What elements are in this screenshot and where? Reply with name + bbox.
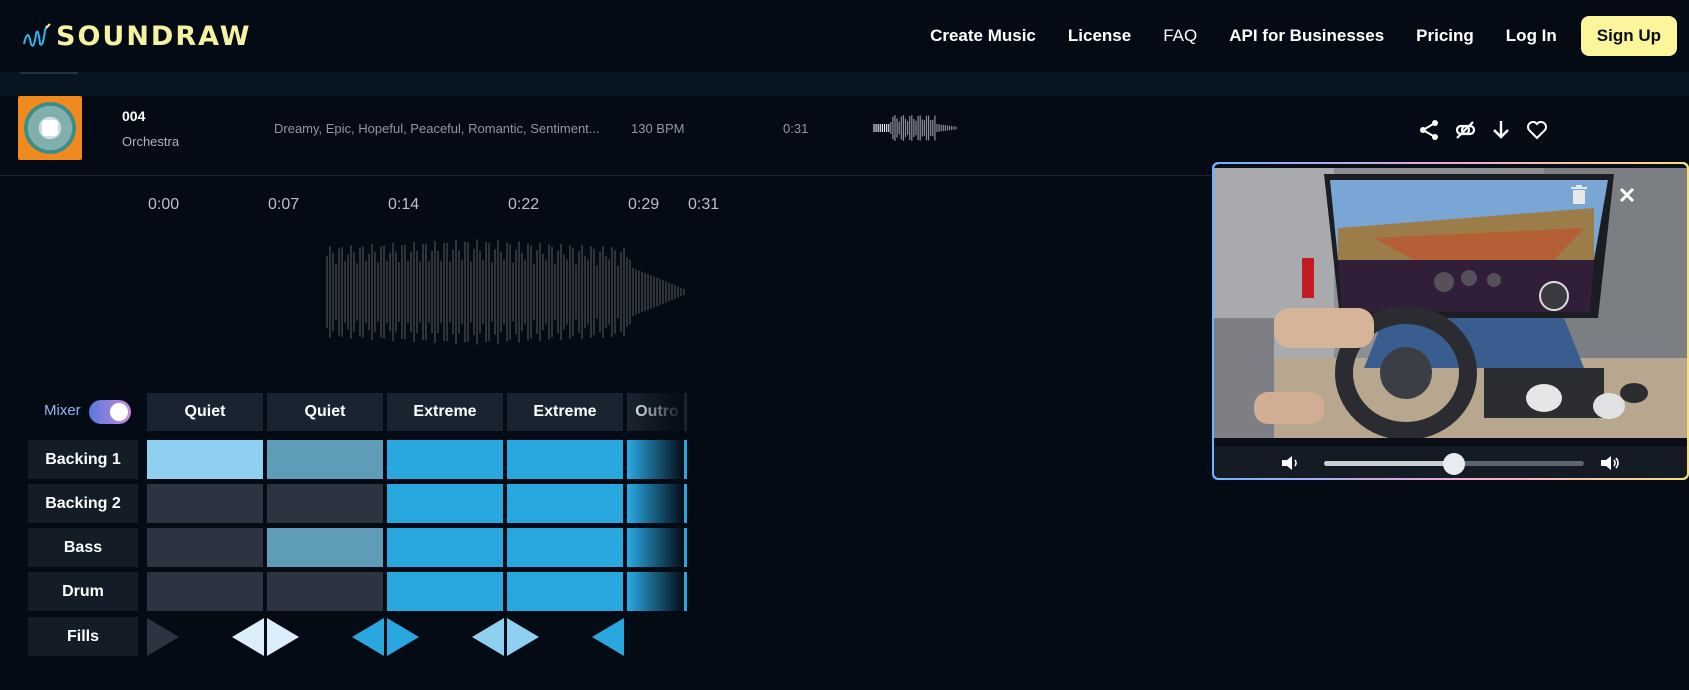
fill-marker-icon[interactable] — [352, 618, 384, 656]
mixer-cell[interactable] — [387, 528, 503, 567]
nav-faq[interactable]: FAQ — [1163, 26, 1197, 46]
mixer-cell[interactable] — [147, 440, 263, 479]
section-header[interactable]: Extreme — [507, 393, 623, 431]
mixer-row-label: Backing 1 — [28, 440, 138, 479]
top-navigation: SOUNDRAW Create Music License FAQ API fo… — [0, 0, 1689, 72]
track-bpm: 130 BPM — [631, 121, 685, 136]
mixer-fade — [628, 393, 684, 663]
mixer-cell[interactable] — [147, 528, 263, 567]
section-header[interactable]: Quiet — [147, 393, 263, 431]
fill-marker-icon[interactable] — [592, 618, 624, 656]
mini-waveform-icon — [873, 115, 957, 141]
mixer-toggle[interactable] — [89, 400, 131, 424]
heart-icon[interactable] — [1525, 118, 1549, 142]
wave-logo-icon — [23, 23, 51, 47]
timeline-label: 0:00 — [148, 196, 180, 213]
mixer-cell[interactable] — [387, 440, 503, 479]
fill-marker-icon[interactable] — [267, 618, 299, 656]
waveform-scrubber[interactable] — [147, 232, 687, 352]
track-cover[interactable] — [18, 96, 82, 160]
mixer-row-label: Drum — [28, 572, 138, 611]
mixer-label: Mixer — [44, 402, 81, 419]
mixer-cell[interactable] — [147, 572, 263, 611]
mixer-cell[interactable] — [267, 528, 383, 567]
fills-label: Fills — [28, 617, 138, 656]
nav-pricing[interactable]: Pricing — [1416, 26, 1474, 46]
mixer-cell[interactable] — [267, 440, 383, 479]
mixer-cell[interactable] — [147, 484, 263, 523]
video-player[interactable] — [1212, 162, 1689, 480]
mixer-cell[interactable] — [387, 484, 503, 523]
nav-create-music[interactable]: Create Music — [930, 26, 1036, 46]
mixer-cell[interactable] — [387, 572, 503, 611]
nav-log-in[interactable]: Log In — [1506, 26, 1557, 46]
no-vocals-icon[interactable] — [1453, 118, 1477, 142]
share-icon[interactable] — [1417, 118, 1441, 142]
mixer-cell[interactable] — [507, 484, 623, 523]
mixer-cell[interactable] — [507, 528, 623, 567]
stop-icon[interactable] — [42, 120, 58, 136]
volume-low-icon[interactable] — [1276, 448, 1306, 478]
track-tags: Dreamy, Epic, Hopeful, Peaceful, Romanti… — [274, 121, 600, 136]
sub-bar-indicator — [20, 72, 78, 74]
brand-name: SOUNDRAW — [56, 20, 252, 52]
nav-license[interactable]: License — [1068, 26, 1131, 46]
sign-up-button[interactable]: Sign Up — [1580, 16, 1677, 56]
mixer-cell[interactable] — [267, 572, 383, 611]
volume-slider-fill — [1324, 461, 1454, 466]
timeline-label: 0:22 — [508, 196, 540, 213]
fill-marker-icon[interactable] — [472, 618, 504, 656]
nav-api-for-businesses[interactable]: API for Businesses — [1229, 26, 1384, 46]
timeline-label: 0:29 — [628, 196, 660, 213]
track-genre: Orchestra — [122, 134, 180, 149]
fill-marker-icon[interactable] — [387, 618, 419, 656]
sub-bar — [0, 72, 1689, 96]
fill-marker-icon[interactable] — [147, 618, 179, 656]
section-header[interactable]: Extreme — [387, 393, 503, 431]
main-nav: Create Music License FAQ API for Busines… — [898, 16, 1677, 56]
timeline-label: 0:07 — [268, 196, 300, 213]
video-frame[interactable] — [1214, 168, 1687, 438]
video-controls — [1214, 446, 1687, 478]
trash-icon[interactable] — [1564, 180, 1594, 210]
download-icon[interactable] — [1489, 118, 1513, 142]
section-header[interactable]: Quiet — [267, 393, 383, 431]
volume-slider-thumb[interactable] — [1443, 453, 1465, 475]
volume-high-icon[interactable] — [1596, 448, 1626, 478]
close-icon[interactable] — [1612, 180, 1642, 210]
mixer-cell[interactable] — [507, 440, 623, 479]
toggle-knob — [110, 403, 128, 421]
soundraw-logo[interactable]: SOUNDRAW — [22, 18, 252, 54]
mixer-cell[interactable] — [267, 484, 383, 523]
timeline-label: 0:31 — [688, 196, 720, 213]
fill-marker-icon[interactable] — [507, 618, 539, 656]
track-title: 004 — [122, 108, 146, 124]
mixer-row-label: Bass — [28, 528, 138, 567]
fill-marker-icon[interactable] — [232, 618, 264, 656]
track-duration: 0:31 — [783, 121, 809, 136]
track-actions — [1405, 118, 1549, 142]
mixer-cell[interactable] — [507, 572, 623, 611]
mixer-row-label: Backing 2 — [28, 484, 138, 523]
timeline-label: 0:14 — [388, 196, 420, 213]
